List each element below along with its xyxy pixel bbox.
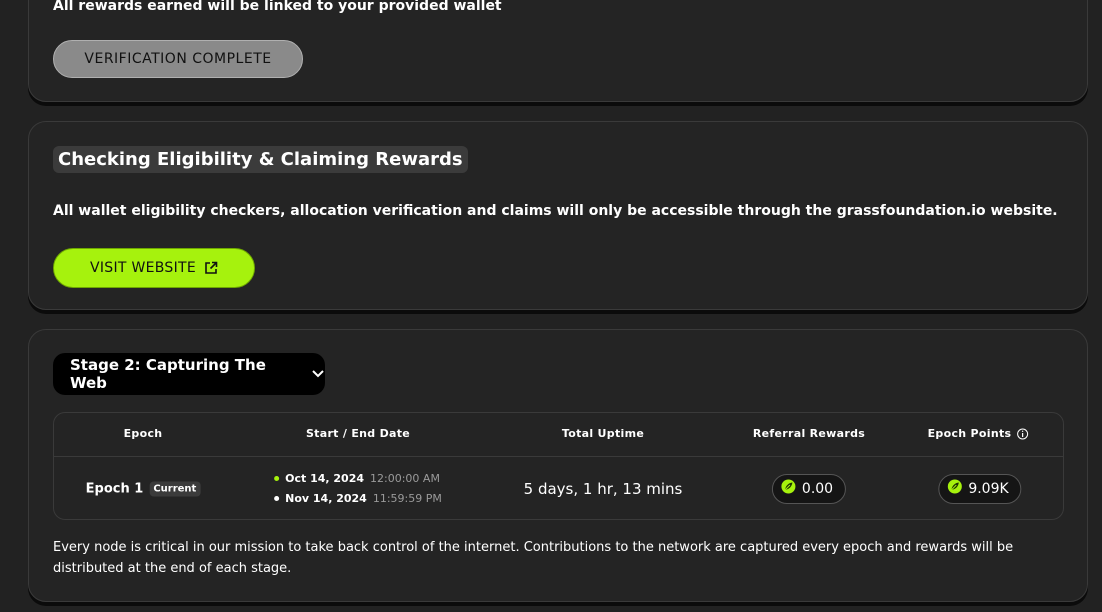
epoch-name: Epoch 1	[85, 481, 144, 496]
end-date-line: Nov 14, 2024 11:59:59 PM	[274, 489, 442, 509]
end-time: 11:59:59 PM	[372, 492, 442, 505]
external-link-icon	[204, 261, 218, 275]
header-referral: Referral Rewards	[752, 427, 866, 440]
verification-complete-button[interactable]: VERIFICATION COMPLETE	[53, 40, 303, 78]
uptime-value: 5 days, 1 hr, 13 mins	[523, 479, 683, 498]
stage-dropdown[interactable]: Stage 2: Capturing The Web	[53, 353, 325, 395]
start-date: Oct 14, 2024	[285, 472, 365, 485]
header-points: Epoch Points	[928, 427, 1029, 440]
end-dot-icon	[274, 496, 280, 501]
header-epoch: Epoch	[123, 427, 163, 440]
info-icon[interactable]	[1016, 428, 1028, 440]
header-uptime: Total Uptime	[561, 427, 645, 440]
points-cell: 9.09K	[938, 473, 1022, 504]
eligibility-card: Checking Eligibility & Claiming Rewards …	[28, 121, 1088, 310]
eligibility-description: All wallet eligibility checkers, allocat…	[53, 203, 1058, 219]
header-points-label: Epoch Points	[927, 427, 1012, 440]
grass-leaf-icon	[947, 479, 962, 498]
stage-dropdown-label: Stage 2: Capturing The Web	[70, 356, 266, 392]
visit-website-label: VISIT WEBSITE	[89, 260, 197, 276]
start-dot-icon	[274, 476, 280, 481]
table-row: Epoch 1 Current Oct 14, 2024 12:00:00 AM…	[54, 457, 1063, 520]
stage-footer-text: Every node is critical in our mission to…	[53, 540, 1014, 576]
wallet-link-note: All rewards earned will be linked to you…	[53, 0, 502, 14]
epoch-table: Epoch Start / End Date Total Uptime Refe…	[53, 412, 1064, 520]
grass-leaf-icon	[781, 479, 796, 498]
eligibility-title: Checking Eligibility & Claiming Rewards	[53, 146, 468, 173]
visit-website-button[interactable]: VISIT WEBSITE	[53, 248, 255, 288]
verification-card: All rewards earned will be linked to you…	[28, 0, 1088, 102]
referral-rewards-pill: 0.00	[771, 473, 847, 504]
referral-value: 0.00	[801, 480, 834, 497]
stage-card: Stage 2: Capturing The Web Epoch Start /…	[28, 329, 1088, 602]
start-date-line: Oct 14, 2024 12:00:00 AM	[274, 469, 442, 489]
header-dates: Start / End Date	[305, 427, 411, 440]
start-time: 12:00:00 AM	[370, 472, 440, 485]
points-value: 9.09K	[968, 480, 1009, 497]
referral-cell: 0.00	[771, 473, 847, 504]
chevron-down-icon	[311, 365, 325, 383]
dates-cell: Oct 14, 2024 12:00:00 AM Nov 14, 2024 11…	[274, 469, 442, 509]
end-date: Nov 14, 2024	[285, 492, 367, 505]
table-header: Epoch Start / End Date Total Uptime Refe…	[54, 413, 1063, 457]
epoch-points-pill: 9.09K	[938, 473, 1022, 504]
epoch-cell: Epoch 1 Current	[86, 481, 201, 496]
current-badge: Current	[149, 481, 201, 496]
